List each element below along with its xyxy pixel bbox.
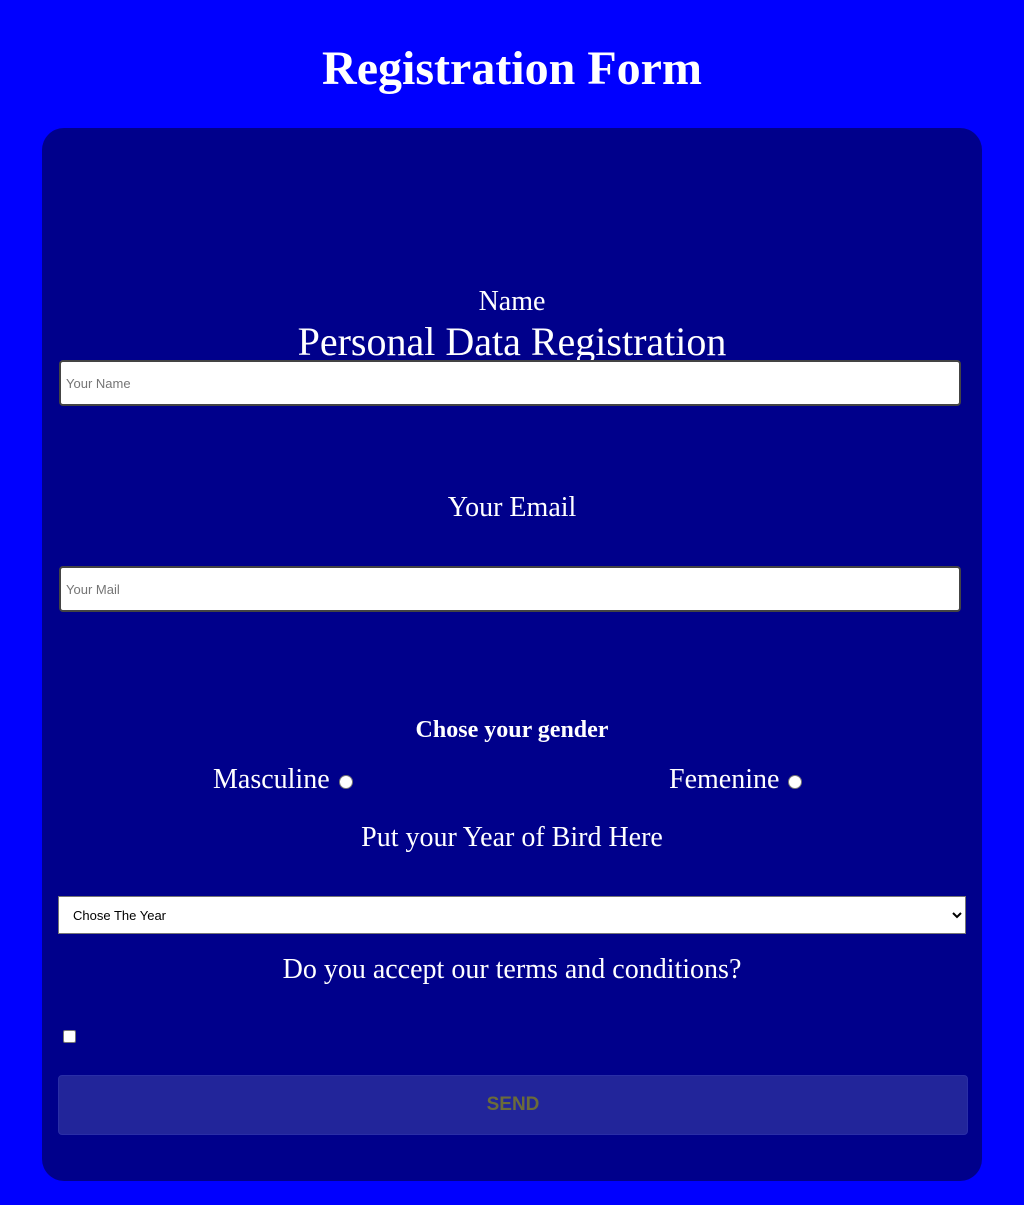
page-title: Registration Form: [322, 42, 702, 95]
year-select[interactable]: Chose The Year: [58, 896, 966, 934]
masculine-label: Masculine: [213, 764, 330, 795]
year-label: Put your Year of Bird Here: [361, 822, 663, 853]
gender-masculine[interactable]: Masculine: [213, 764, 353, 796]
gender-label: Chose your gender: [415, 717, 609, 743]
email-input[interactable]: [59, 566, 961, 612]
femenine-label: Femenine: [669, 764, 780, 795]
name-label: Name: [478, 286, 546, 317]
femenine-radio[interactable]: [788, 775, 803, 789]
email-label: Your Email: [447, 492, 577, 523]
gender-femenine[interactable]: Femenine: [669, 764, 803, 796]
masculine-radio[interactable]: [338, 775, 353, 789]
terms-label: Do you accept our terms and conditions?: [282, 954, 742, 985]
name-input[interactable]: [59, 360, 961, 406]
registration-card: Personal Data Registration Name Your Ema…: [42, 128, 982, 1181]
form-title: Personal Data Registration: [297, 319, 727, 364]
send-button[interactable]: SEND: [58, 1075, 968, 1135]
terms-checkbox[interactable]: [63, 1030, 76, 1043]
